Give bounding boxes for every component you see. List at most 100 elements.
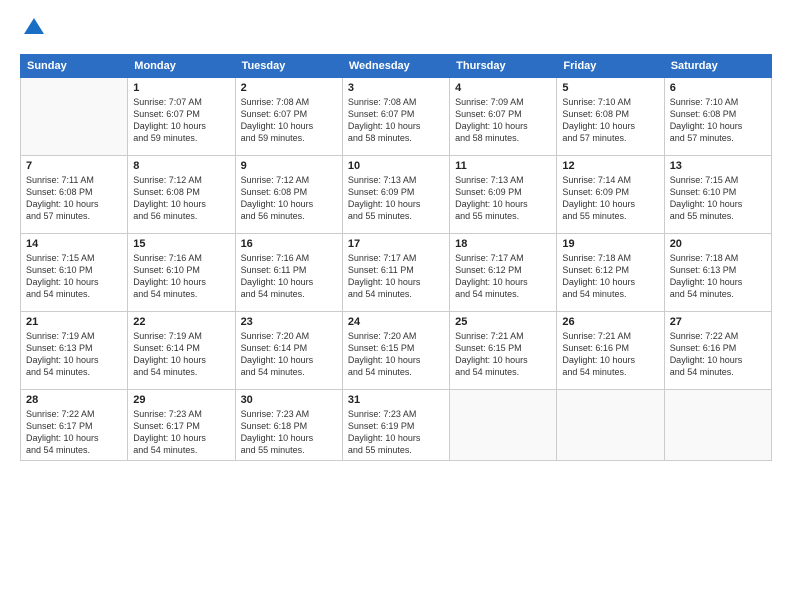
day-cell: 14 Sunrise: 7:15 AM Sunset: 6:10 PM Dayli… — [21, 233, 128, 311]
day-info: Sunrise: 7:13 AM Sunset: 6:09 PM Dayligh… — [455, 174, 551, 223]
day-info: Sunrise: 7:23 AM Sunset: 6:17 PM Dayligh… — [133, 408, 229, 457]
header-row: SundayMondayTuesdayWednesdayThursdayFrid… — [21, 54, 772, 77]
day-info: Sunrise: 7:13 AM Sunset: 6:09 PM Dayligh… — [348, 174, 444, 223]
day-number: 10 — [348, 160, 444, 172]
day-cell: 26 Sunrise: 7:21 AM Sunset: 6:16 PM Dayli… — [557, 311, 664, 389]
day-cell: 21 Sunrise: 7:19 AM Sunset: 6:13 PM Dayli… — [21, 311, 128, 389]
calendar-table: SundayMondayTuesdayWednesdayThursdayFrid… — [20, 54, 772, 462]
day-cell: 6Sunrise: 7:10 AM Sunset: 6:08 PM Daylig… — [664, 77, 771, 155]
week-row-5: 28 Sunrise: 7:22 AM Sunset: 6:17 PM Dayli… — [21, 389, 772, 461]
day-cell — [557, 389, 664, 461]
day-number: 21 — [26, 316, 122, 328]
day-cell: 22 Sunrise: 7:19 AM Sunset: 6:14 PM Dayli… — [128, 311, 235, 389]
day-info: Sunrise: 7:15 AM Sunset: 6:10 PM Dayligh… — [670, 174, 766, 223]
day-info: Sunrise: 7:11 AM Sunset: 6:08 PM Dayligh… — [26, 174, 122, 223]
day-cell: 10 Sunrise: 7:13 AM Sunset: 6:09 PM Dayli… — [342, 155, 449, 233]
day-header-sunday: Sunday — [21, 54, 128, 77]
day-info: Sunrise: 7:10 AM Sunset: 6:08 PM Dayligh… — [562, 96, 658, 145]
day-number: 26 — [562, 316, 658, 328]
week-row-1: 1Sunrise: 7:07 AM Sunset: 6:07 PM Daylig… — [21, 77, 772, 155]
day-number: 3 — [348, 82, 444, 94]
day-info: Sunrise: 7:15 AM Sunset: 6:10 PM Dayligh… — [26, 252, 122, 301]
week-row-3: 14 Sunrise: 7:15 AM Sunset: 6:10 PM Dayli… — [21, 233, 772, 311]
day-info: Sunrise: 7:21 AM Sunset: 6:16 PM Dayligh… — [562, 330, 658, 379]
day-cell: 19Sunrise: 7:18 AM Sunset: 6:12 PM Dayli… — [557, 233, 664, 311]
day-number: 20 — [670, 238, 766, 250]
day-number: 7 — [26, 160, 122, 172]
day-cell: 3 Sunrise: 7:08 AM Sunset: 6:07 PM Daylig… — [342, 77, 449, 155]
day-info: Sunrise: 7:18 AM Sunset: 6:13 PM Dayligh… — [670, 252, 766, 301]
week-row-2: 7 Sunrise: 7:11 AM Sunset: 6:08 PM Daylig… — [21, 155, 772, 233]
day-number: 24 — [348, 316, 444, 328]
day-number: 15 — [133, 238, 229, 250]
day-cell: 11 Sunrise: 7:13 AM Sunset: 6:09 PM Dayli… — [450, 155, 557, 233]
header — [20, 20, 772, 46]
day-cell: 29Sunrise: 7:23 AM Sunset: 6:17 PM Dayli… — [128, 389, 235, 461]
day-cell: 1Sunrise: 7:07 AM Sunset: 6:07 PM Daylig… — [128, 77, 235, 155]
day-number: 25 — [455, 316, 551, 328]
day-info: Sunrise: 7:20 AM Sunset: 6:15 PM Dayligh… — [348, 330, 444, 379]
day-info: Sunrise: 7:08 AM Sunset: 6:07 PM Dayligh… — [348, 96, 444, 145]
day-cell: 15 Sunrise: 7:16 AM Sunset: 6:10 PM Dayli… — [128, 233, 235, 311]
day-cell: 12 Sunrise: 7:14 AM Sunset: 6:09 PM Dayli… — [557, 155, 664, 233]
day-info: Sunrise: 7:14 AM Sunset: 6:09 PM Dayligh… — [562, 174, 658, 223]
day-cell: 23 Sunrise: 7:20 AM Sunset: 6:14 PM Dayli… — [235, 311, 342, 389]
day-header-tuesday: Tuesday — [235, 54, 342, 77]
day-number: 14 — [26, 238, 122, 250]
day-number: 30 — [241, 394, 337, 406]
day-info: Sunrise: 7:22 AM Sunset: 6:16 PM Dayligh… — [670, 330, 766, 379]
day-cell: 17Sunrise: 7:17 AM Sunset: 6:11 PM Dayli… — [342, 233, 449, 311]
day-header-wednesday: Wednesday — [342, 54, 449, 77]
day-number: 6 — [670, 82, 766, 94]
day-header-monday: Monday — [128, 54, 235, 77]
day-cell — [664, 389, 771, 461]
day-number: 19 — [562, 238, 658, 250]
day-info: Sunrise: 7:23 AM Sunset: 6:18 PM Dayligh… — [241, 408, 337, 457]
day-cell: 7 Sunrise: 7:11 AM Sunset: 6:08 PM Daylig… — [21, 155, 128, 233]
day-cell: 24 Sunrise: 7:20 AM Sunset: 6:15 PM Dayli… — [342, 311, 449, 389]
day-info: Sunrise: 7:22 AM Sunset: 6:17 PM Dayligh… — [26, 408, 122, 457]
day-number: 4 — [455, 82, 551, 94]
day-number: 9 — [241, 160, 337, 172]
day-number: 28 — [26, 394, 122, 406]
day-info: Sunrise: 7:19 AM Sunset: 6:14 PM Dayligh… — [133, 330, 229, 379]
day-cell: 2 Sunrise: 7:08 AM Sunset: 6:07 PM Daylig… — [235, 77, 342, 155]
day-number: 18 — [455, 238, 551, 250]
day-number: 5 — [562, 82, 658, 94]
calendar-page: SundayMondayTuesdayWednesdayThursdayFrid… — [0, 0, 792, 612]
day-number: 23 — [241, 316, 337, 328]
day-info: Sunrise: 7:08 AM Sunset: 6:07 PM Dayligh… — [241, 96, 337, 145]
day-cell: 4 Sunrise: 7:09 AM Sunset: 6:07 PM Daylig… — [450, 77, 557, 155]
day-number: 11 — [455, 160, 551, 172]
day-info: Sunrise: 7:12 AM Sunset: 6:08 PM Dayligh… — [241, 174, 337, 223]
day-cell — [450, 389, 557, 461]
day-cell: 18Sunrise: 7:17 AM Sunset: 6:12 PM Dayli… — [450, 233, 557, 311]
day-info: Sunrise: 7:21 AM Sunset: 6:15 PM Dayligh… — [455, 330, 551, 379]
day-cell: 9 Sunrise: 7:12 AM Sunset: 6:08 PM Daylig… — [235, 155, 342, 233]
day-number: 1 — [133, 82, 229, 94]
day-number: 16 — [241, 238, 337, 250]
day-cell — [21, 77, 128, 155]
day-cell: 30 Sunrise: 7:23 AM Sunset: 6:18 PM Dayli… — [235, 389, 342, 461]
day-cell: 31Sunrise: 7:23 AM Sunset: 6:19 PM Dayli… — [342, 389, 449, 461]
day-info: Sunrise: 7:20 AM Sunset: 6:14 PM Dayligh… — [241, 330, 337, 379]
day-info: Sunrise: 7:23 AM Sunset: 6:19 PM Dayligh… — [348, 408, 444, 457]
day-info: Sunrise: 7:17 AM Sunset: 6:11 PM Dayligh… — [348, 252, 444, 301]
day-header-thursday: Thursday — [450, 54, 557, 77]
day-number: 13 — [670, 160, 766, 172]
day-number: 22 — [133, 316, 229, 328]
day-cell: 16 Sunrise: 7:16 AM Sunset: 6:11 PM Dayli… — [235, 233, 342, 311]
day-header-friday: Friday — [557, 54, 664, 77]
day-info: Sunrise: 7:09 AM Sunset: 6:07 PM Dayligh… — [455, 96, 551, 145]
week-row-4: 21 Sunrise: 7:19 AM Sunset: 6:13 PM Dayli… — [21, 311, 772, 389]
day-info: Sunrise: 7:16 AM Sunset: 6:10 PM Dayligh… — [133, 252, 229, 301]
day-info: Sunrise: 7:16 AM Sunset: 6:11 PM Dayligh… — [241, 252, 337, 301]
day-number: 27 — [670, 316, 766, 328]
day-number: 2 — [241, 82, 337, 94]
logo — [20, 20, 46, 46]
day-number: 12 — [562, 160, 658, 172]
day-info: Sunrise: 7:12 AM Sunset: 6:08 PM Dayligh… — [133, 174, 229, 223]
day-info: Sunrise: 7:19 AM Sunset: 6:13 PM Dayligh… — [26, 330, 122, 379]
day-cell: 25 Sunrise: 7:21 AM Sunset: 6:15 PM Dayli… — [450, 311, 557, 389]
day-cell: 8Sunrise: 7:12 AM Sunset: 6:08 PM Daylig… — [128, 155, 235, 233]
